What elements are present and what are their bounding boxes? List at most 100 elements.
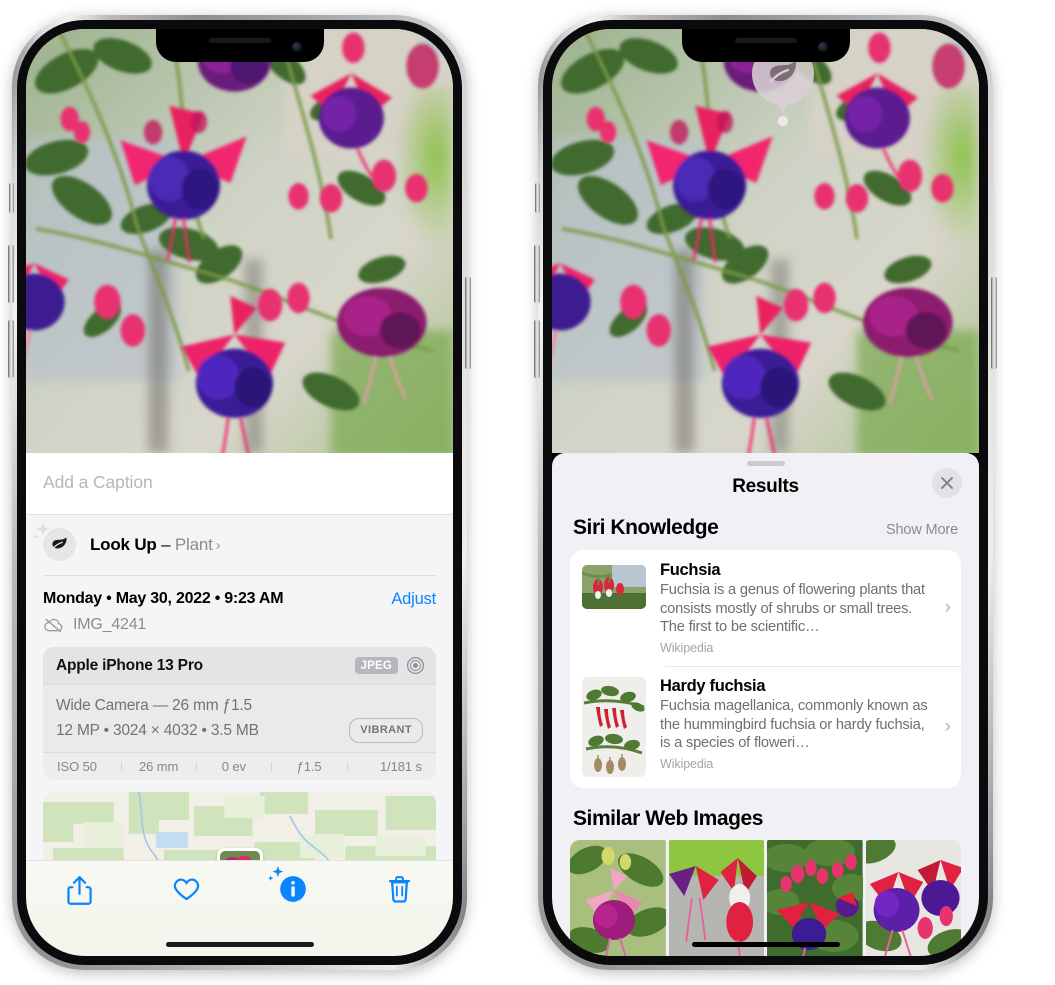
iphone-left: Add a Caption Look Up – Plant › Monday •… [8,15,471,970]
volume-down-button[interactable] [534,320,540,378]
screen-left: Add a Caption Look Up – Plant › Monday •… [26,29,453,956]
knowledge-row-hardy-fuchsia[interactable]: Hardy fuchsia Fuchsia magellanica, commo… [570,666,961,788]
exif-stat-focal: 26 mm [120,759,196,774]
phone-bezel-right: Results Siri Knowledge Show More Fuchsia… [543,20,988,965]
hardy-fuchsia-branch-thumb [582,677,646,778]
exif-stat-exposure: 0 ev [196,759,271,774]
notch-right [681,29,850,62]
screenshot-stage: Add a Caption Look Up – Plant › Monday •… [0,0,1055,985]
sparkle-icon [32,522,50,540]
home-indicator-left[interactable] [165,942,314,947]
thumb-artwork [582,565,646,609]
aperture-icon [406,656,425,675]
thumb-artwork [668,840,764,956]
exif-body: Wide Camera — 26 mm ƒ1.5 12 MP • 3024 × … [43,685,436,752]
favorite-button[interactable] [133,875,240,902]
delete-button[interactable] [346,875,453,904]
volume-up-button[interactable] [8,245,14,303]
knowledge-text: Hardy fuchsia Fuchsia magellanica, commo… [660,677,943,771]
photographic-style-badge: VIBRANT [349,718,423,744]
exif-header-badges: JPEG [354,656,425,675]
siri-knowledge-header: Siri Knowledge Show More [552,514,979,550]
home-indicator-right[interactable] [691,942,840,947]
volume-down-button[interactable] [8,320,14,378]
photo-date: Monday • May 30, 2022 • 9:23 AM [43,590,284,607]
close-button[interactable] [932,468,962,498]
photo-filename: IMG_4241 [73,616,147,633]
knowledge-description: Fuchsia is a genus of flowering plants t… [660,582,925,636]
exif-stat-aperture: ƒ1.5 [271,759,346,774]
earpiece-speaker [734,38,797,43]
web-image-1[interactable] [570,840,666,956]
chevron-right-icon: › [215,536,221,554]
knowledge-title: Hardy fuchsia [660,677,766,696]
filename-row: IMG_4241 [26,612,453,647]
power-button[interactable] [465,277,471,369]
look-up-title: Look Up [90,534,157,554]
trash-icon [389,876,411,903]
share-button[interactable] [26,875,133,906]
exif-stats-row: ISO 50 26 mm 0 ev ƒ1.5 1/181 s [43,752,436,781]
thumb-artwork [570,840,666,956]
knowledge-row-fuchsia[interactable]: Fuchsia Fuchsia is a genus of flowering … [570,550,961,666]
mute-switch[interactable] [535,183,540,213]
web-image-3[interactable] [767,840,863,956]
similar-web-images-header: Similar Web Images [552,788,979,840]
volume-up-button[interactable] [534,245,540,303]
knowledge-text: Fuchsia Fuchsia is a genus of flowering … [660,561,943,655]
earpiece-speaker [208,38,271,43]
iphone-right: Results Siri Knowledge Show More Fuchsia… [534,15,997,970]
info-sparkle-wrap [267,866,307,908]
caption-input[interactable]: Add a Caption [43,472,436,493]
chevron-right-icon: › [944,597,951,618]
caption-field-row[interactable]: Add a Caption [26,453,453,515]
exif-card[interactable]: Apple iPhone 13 Pro JPEG Wide Camera — 2… [43,647,436,781]
photo-info-sheet: Add a Caption Look Up – Plant › Monday •… [26,453,453,956]
fuchsia-flowers-photo[interactable] [552,29,979,453]
look-up-row[interactable]: Look Up – Plant › [26,515,453,576]
visual-lookup-results-sheet: Results Siri Knowledge Show More Fuchsia… [552,453,979,956]
look-up-label: Look Up – Plant › [90,534,221,555]
lens-info: Wide Camera — 26 mm ƒ1.5 [56,697,252,714]
similar-web-images-title: Similar Web Images [573,807,763,831]
knowledge-source: Wikipedia [660,757,714,772]
knowledge-description: Fuchsia magellanica, commonly known as t… [660,698,928,752]
fuchsia-flowers-photo[interactable] [26,29,453,453]
web-image-2[interactable] [668,840,764,956]
phone-bezel-left: Add a Caption Look Up – Plant › Monday •… [17,20,462,965]
format-badge: JPEG [354,657,398,674]
thumb-artwork [767,840,863,956]
camera-device-name: Apple iPhone 13 Pro [56,656,203,674]
power-button[interactable] [991,277,997,369]
web-image-4[interactable] [865,840,961,956]
similar-web-images-row[interactable] [552,840,979,956]
photo-artwork [26,29,453,453]
adjust-button[interactable]: Adjust [391,590,436,609]
fuchsia-red-flowers-thumb [582,565,646,609]
photo-meta-row: Monday • May 30, 2022 • 9:23 AM Adjust [26,576,453,612]
chevron-right-icon: › [944,716,951,738]
exif-stat-shutter: 1/181 s [346,759,432,774]
knowledge-title: Fuchsia [660,561,721,579]
exif-header: Apple iPhone 13 Pro JPEG [43,647,436,685]
exif-stat-iso: ISO 50 [57,759,97,775]
show-more-button[interactable]: Show More [886,522,958,538]
look-up-subject: Plant [174,534,213,554]
results-header: Results [552,466,979,514]
mute-switch[interactable] [9,183,14,213]
screen-right: Results Siri Knowledge Show More Fuchsia… [552,29,979,956]
siri-knowledge-card: Fuchsia Fuchsia is a genus of flowering … [570,550,961,789]
notch-left [155,29,324,62]
heart-icon [173,878,199,901]
thumb-artwork [582,677,646,778]
look-up-separator: – [156,534,175,554]
thumb-artwork [865,840,961,956]
results-title: Results [732,476,799,497]
share-icon [67,876,92,905]
sparkle-icon [267,866,284,881]
info-button[interactable] [240,866,347,908]
front-camera-icon [817,42,828,52]
knowledge-source: Wikipedia [660,641,714,656]
specs-row: 12 MP • 3024 × 4032 • 3.5 MB VIBRANT [56,718,423,744]
image-specs: 12 MP • 3024 × 4032 • 3.5 MB [56,722,259,740]
